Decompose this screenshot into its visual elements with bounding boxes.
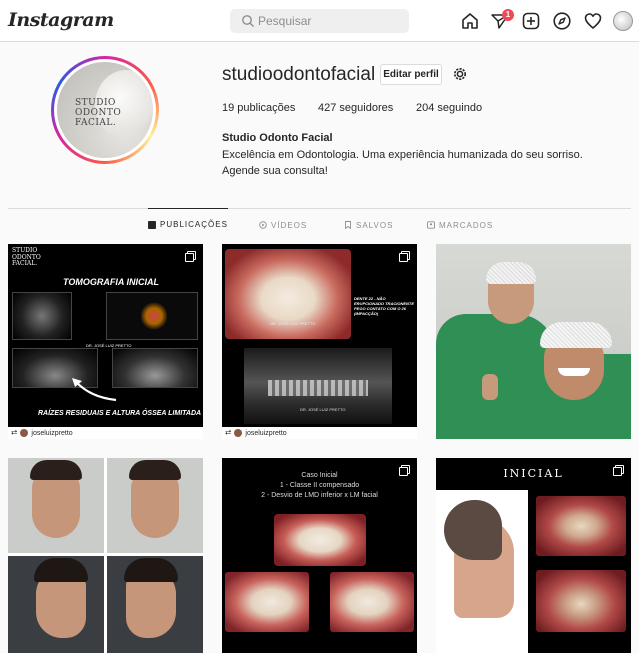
video-icon	[259, 221, 267, 229]
profile-avatar-small[interactable]	[613, 11, 633, 31]
post-credit: DR. JOSÉ LUIZ PRETTO	[270, 321, 316, 326]
post-dente-22[interactable]: DR. JOSÉ LUIZ PRETTO DENTE 22 - NÃO ERUP…	[222, 244, 417, 439]
arrow-annotation-icon	[72, 378, 117, 402]
post-line: 2 - Desvio de LMD inferior x LM facial	[261, 492, 378, 499]
post-line: 1 - Classe II compensado	[279, 482, 360, 489]
post-annotation-text: DENTE 22 - NÃO ERUPCIONADO TRACIONENTE P…	[354, 296, 415, 316]
profile-username: studioodontofacial	[222, 64, 376, 85]
post-credit-2: DR. JOSÉ LUIZ PRETTO	[300, 407, 346, 412]
activity-heart-icon[interactable]	[583, 11, 603, 31]
post-inicial-perfil[interactable]: INICIAL	[436, 458, 631, 653]
search-icon	[242, 15, 254, 27]
multiple-images-icon	[613, 465, 624, 476]
following-count[interactable]: 204 seguindo	[416, 102, 482, 114]
repost-icon: ⮂	[11, 428, 18, 437]
search-box[interactable]	[230, 9, 409, 33]
top-navigation-bar: Instagram 1	[0, 0, 639, 42]
tagged-user-avatar	[234, 429, 243, 437]
profile-avatar-story-ring[interactable]: STUDIO ODONTO FACIAL.	[51, 56, 159, 164]
post-title: Caso Inicial	[301, 472, 338, 479]
explore-compass-icon[interactable]	[552, 11, 572, 31]
notification-badge: 1	[502, 9, 514, 21]
post-brand-logo: STUDIO ODONTO FACIAL.	[12, 247, 41, 267]
instagram-logo[interactable]: Instagram	[8, 9, 114, 31]
tagged-username: joseluizpretto	[31, 429, 73, 437]
post-fotos-faciais[interactable]	[8, 458, 203, 653]
posts-count: 19 publicações	[222, 102, 296, 114]
post-caption: RAÍZES RESIDUAIS E ALTURA ÓSSEA LIMITADA	[38, 410, 202, 417]
new-post-icon[interactable]	[521, 11, 541, 31]
bookmark-icon	[345, 221, 351, 229]
multiple-images-icon	[399, 251, 410, 262]
multiple-images-icon	[399, 465, 410, 476]
profile-bio-line: Excelência em Odontologia. Uma experiênc…	[222, 149, 583, 161]
avatar-brand-logo: STUDIO ODONTO FACIAL.	[75, 98, 122, 128]
profile-full-name: Studio Odonto Facial	[222, 132, 333, 144]
post-tomografia-inicial[interactable]: STUDIO ODONTO FACIAL. TOMOGRAFIA INICIAL…	[8, 244, 203, 439]
multiple-images-icon	[185, 251, 196, 262]
settings-gear-icon[interactable]	[452, 66, 468, 82]
tagged-user-avatar	[20, 429, 29, 437]
tab-publicacoes[interactable]: PUBLICAÇÕES	[148, 208, 228, 240]
post-caso-inicial[interactable]: Caso Inicial 1 - Classe II compensado 2 …	[222, 458, 417, 653]
tab-salvos[interactable]: SALVOS	[344, 209, 393, 241]
home-icon[interactable]	[460, 11, 480, 31]
tagged-username: joseluizpretto	[245, 429, 287, 437]
profile-bio-line: Agende sua consulta!	[222, 165, 328, 177]
search-input[interactable]	[258, 12, 403, 30]
post-title: INICIAL	[503, 467, 564, 480]
post-tag-bar: ⮂ joseluizpretto	[8, 427, 203, 439]
repost-icon: ⮂	[225, 428, 232, 437]
tab-videos[interactable]: VÍDEOS	[259, 209, 307, 241]
grid-icon	[148, 220, 156, 229]
tabs-divider	[8, 208, 631, 209]
tab-marcados[interactable]: MARCADOS	[427, 209, 493, 241]
followers-count[interactable]: 427 seguidores	[318, 102, 393, 114]
profile-avatar: STUDIO ODONTO FACIAL.	[57, 62, 153, 158]
post-credit: DR. JOSÉ LUIZ PRETTO	[86, 343, 132, 348]
edit-profile-button[interactable]: Editar perfil	[380, 64, 442, 85]
post-selfie-cirurgia[interactable]	[436, 244, 631, 439]
post-tag-bar: ⮂ joseluizpretto	[222, 427, 417, 439]
tagged-icon	[427, 221, 435, 229]
post-title: TOMOGRAFIA INICIAL	[63, 277, 159, 287]
